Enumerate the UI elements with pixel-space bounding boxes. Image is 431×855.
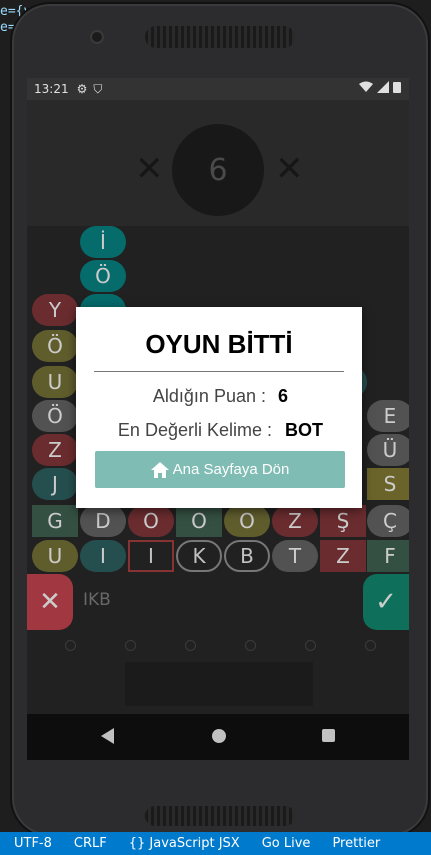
game-over-dialog: OYUN BİTTİ Aldığın Puan : 6 En Değerli K… xyxy=(76,307,362,508)
language-item[interactable]: {} JavaScript JSX xyxy=(129,836,240,851)
line-ending-item[interactable]: CRLF xyxy=(74,836,107,851)
speaker-grille xyxy=(145,806,295,826)
go-live-item[interactable]: Go Live xyxy=(262,836,311,851)
editor-status-bar: UTF-8 CRLF {} JavaScript JSX Go Live Pre… xyxy=(0,832,431,855)
camera-icon xyxy=(90,30,104,44)
best-word-value: BOT xyxy=(285,420,323,440)
encoding-item[interactable]: UTF-8 xyxy=(14,836,52,851)
score-value: 6 xyxy=(278,386,289,406)
dialog-title: OYUN BİTTİ xyxy=(145,329,293,359)
home-icon xyxy=(150,461,169,478)
best-word-label: En Değerli Kelime : xyxy=(117,420,272,440)
home-button-label: Ana Sayfaya Dön xyxy=(172,461,290,478)
prettier-item[interactable]: Prettier xyxy=(332,836,380,851)
score-label: Aldığın Puan : xyxy=(152,386,266,406)
speaker-grille xyxy=(145,26,295,48)
app-screen: 13:21 ⚙ ⛉ ✕ 6 ✕ İ Ö Y Ö U Ö Z J E Ü S G … xyxy=(27,78,409,760)
divider xyxy=(94,371,344,372)
home-button[interactable]: Ana Sayfaya Dön xyxy=(95,451,345,488)
